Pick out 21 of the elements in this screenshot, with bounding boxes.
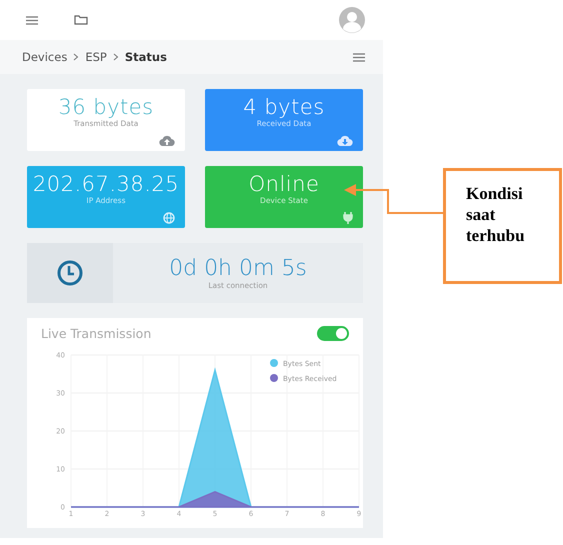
stat-value: Online <box>248 172 320 196</box>
breadcrumb-item: Status <box>124 50 167 64</box>
folder-icon[interactable] <box>74 15 88 25</box>
cloud-download-icon <box>337 135 353 147</box>
menu-icon[interactable] <box>26 16 38 24</box>
connection-time: 0d 0h 0m 5s <box>169 256 307 281</box>
globe-icon <box>163 212 175 224</box>
chevron-icon <box>73 53 80 61</box>
toggle-switch[interactable] <box>317 326 349 341</box>
stat-value: 202.67.38.25 <box>32 172 180 196</box>
stat-value: 4 bytes <box>243 95 325 119</box>
breadcrumb-item[interactable]: Devices <box>22 50 68 64</box>
menu-icon[interactable] <box>353 52 365 62</box>
chart-title: Live Transmission <box>41 326 152 341</box>
plug-icon <box>343 212 353 224</box>
clock-icon <box>57 260 83 286</box>
chevron-icon <box>112 53 119 61</box>
breadcrumb-item[interactable]: ESP <box>85 50 107 64</box>
callout-text: Kondisi saat terhubu <box>466 183 526 246</box>
cloud-upload-icon <box>159 135 175 147</box>
stat-value: 36 bytes <box>58 95 154 119</box>
